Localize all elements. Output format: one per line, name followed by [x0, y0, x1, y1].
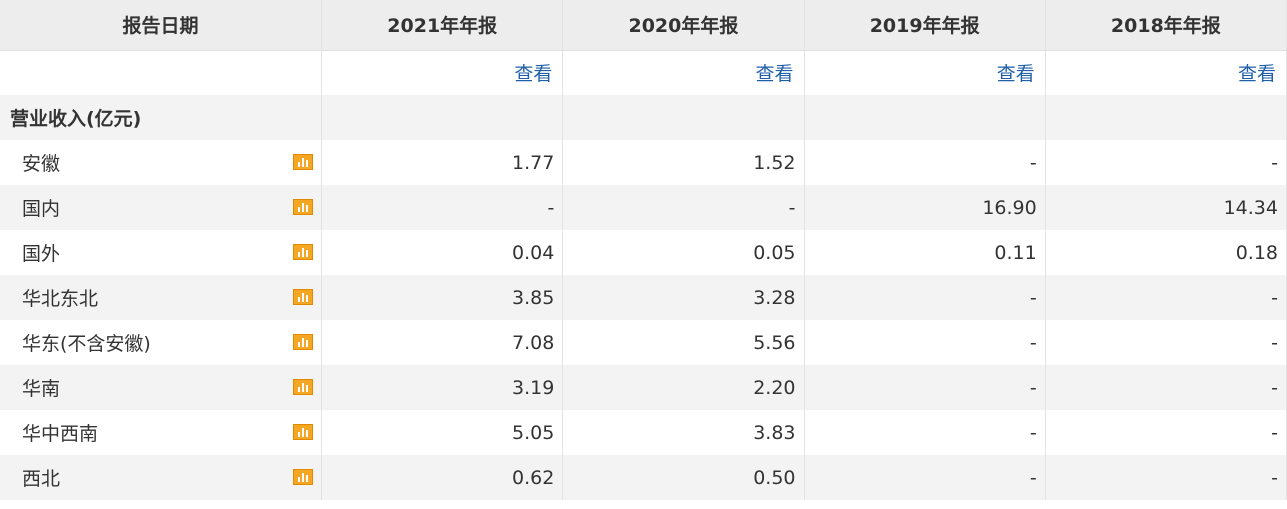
cell-value: 16.90	[804, 185, 1046, 230]
row-label: 西北	[22, 468, 61, 490]
cell-value: 5.05	[321, 410, 564, 455]
bar-chart-icon[interactable]	[293, 199, 314, 215]
cell-value: -	[1045, 455, 1287, 500]
cell-value: 3.83	[562, 410, 805, 455]
cell-value: -	[1045, 365, 1287, 410]
cell-value: -	[1045, 320, 1287, 365]
row-label: 华南	[22, 378, 61, 400]
table-row: 国外 0.04 0.05 0.11 0.18	[0, 230, 1287, 275]
bar-chart-icon[interactable]	[293, 379, 314, 395]
section-title: 营业收入(亿元)	[0, 95, 323, 140]
row-label: 华东(不含安徽)	[22, 333, 151, 355]
header-year-2018: 2018年年报	[1045, 0, 1287, 51]
cell-value: 3.28	[562, 275, 805, 320]
bar-chart-icon[interactable]	[293, 334, 314, 350]
table-row: 华中西南 5.05 3.83 - -	[0, 410, 1287, 455]
view-link-2020[interactable]: 查看	[756, 63, 794, 85]
cell-value: 1.52	[562, 140, 805, 185]
cell-value: -	[1045, 410, 1287, 455]
cell-value: 3.85	[321, 275, 564, 320]
header-year-2020: 2020年年报	[562, 0, 805, 51]
header-report-date: 报告日期	[0, 0, 323, 51]
cell-value: -	[1045, 275, 1287, 320]
section-row: 营业收入(亿元)	[0, 95, 1287, 140]
cell-value: -	[804, 320, 1046, 365]
cell-value: -	[562, 185, 805, 230]
bar-chart-icon[interactable]	[293, 424, 314, 440]
cell-value: -	[804, 410, 1046, 455]
row-label: 安徽	[22, 153, 61, 175]
cell-value: -	[1045, 140, 1287, 185]
cell-value: 0.05	[562, 230, 805, 275]
cell-value: -	[321, 185, 564, 230]
cell-value: -	[804, 455, 1046, 500]
header-row: 报告日期 2021年年报 2020年年报 2019年年报 2018年年报	[0, 0, 1287, 51]
header-year-2021: 2021年年报	[321, 0, 564, 51]
cell-value: -	[804, 365, 1046, 410]
view-link-2019[interactable]: 查看	[997, 63, 1035, 85]
cell-value: 5.56	[562, 320, 805, 365]
view-link-2021[interactable]: 查看	[514, 63, 552, 85]
revenue-table: 报告日期 2021年年报 2020年年报 2019年年报 2018年年报 查看 …	[0, 0, 1287, 500]
cell-value: 1.77	[321, 140, 564, 185]
header-year-2019: 2019年年报	[804, 0, 1046, 51]
table-row: 国内 - - 16.90 14.34	[0, 185, 1287, 230]
bar-chart-icon[interactable]	[293, 244, 314, 260]
cell-value: 0.50	[562, 455, 805, 500]
view-links-row: 查看 查看 查看 查看	[0, 50, 1287, 95]
row-label: 国外	[22, 243, 61, 265]
cell-value: 0.04	[321, 230, 564, 275]
table-row: 西北 0.62 0.50 - -	[0, 455, 1287, 500]
table-row: 华南 3.19 2.20 - -	[0, 365, 1287, 410]
cell-value: 2.20	[562, 365, 805, 410]
bar-chart-icon[interactable]	[293, 154, 314, 170]
cell-value: 7.08	[321, 320, 564, 365]
table-row: 华东(不含安徽) 7.08 5.56 - -	[0, 320, 1287, 365]
cell-value: -	[804, 140, 1046, 185]
cell-value: 0.18	[1045, 230, 1287, 275]
bar-chart-icon[interactable]	[293, 469, 314, 485]
row-label: 国内	[22, 198, 61, 220]
row-label: 华中西南	[22, 423, 99, 445]
table-row: 安徽 1.77 1.52 - -	[0, 140, 1287, 185]
cell-value: 0.11	[804, 230, 1046, 275]
cell-value: 14.34	[1045, 185, 1287, 230]
cell-value: -	[804, 275, 1046, 320]
table-row: 华北东北 3.85 3.28 - -	[0, 275, 1287, 320]
cell-value: 3.19	[321, 365, 564, 410]
view-link-2018[interactable]: 查看	[1238, 63, 1276, 85]
bar-chart-icon[interactable]	[293, 289, 314, 305]
row-label: 华北东北	[22, 288, 99, 310]
cell-value: 0.62	[321, 455, 564, 500]
